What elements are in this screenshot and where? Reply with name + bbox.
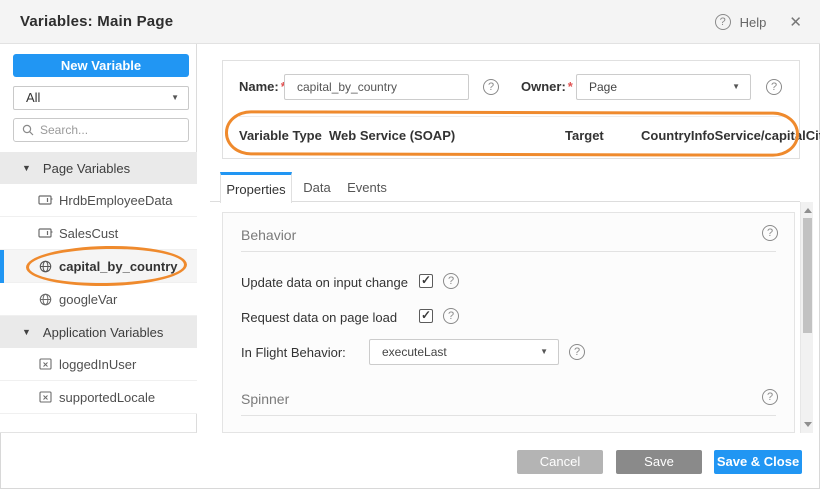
properties-panel: Behavior ? Update data on input change ✓… xyxy=(222,212,795,433)
request-on-page-load-label: Request data on page load xyxy=(241,310,397,325)
sidebar-item-loggedinuser[interactable]: loggedInUser xyxy=(0,348,197,381)
dialog-header: Variables: Main Page ? Help ✕ xyxy=(0,0,820,44)
service-variable-icon xyxy=(38,194,53,206)
name-input[interactable] xyxy=(284,74,469,100)
scroll-thumb[interactable] xyxy=(803,218,812,333)
behavior-section-title: Behavior xyxy=(241,227,296,243)
variables-dialog: Variables: Main Page ? Help ✕ New Variab… xyxy=(0,0,820,489)
close-icon[interactable]: ✕ xyxy=(789,13,802,31)
group-application-variables[interactable]: ▼ Application Variables xyxy=(0,316,197,348)
web-service-icon xyxy=(38,293,53,306)
spinner-section-title: Spinner xyxy=(241,391,289,407)
search-icon xyxy=(22,124,34,136)
request-on-page-load-checkbox[interactable]: ✓ xyxy=(419,309,433,323)
filter-selected-value: All xyxy=(26,90,40,105)
update-on-input-change-label: Update data on input change xyxy=(241,275,408,290)
tab-data[interactable]: Data xyxy=(296,172,338,202)
sidebar-item-googlevar[interactable]: googleVar xyxy=(0,283,197,316)
divider xyxy=(241,415,776,416)
request-on-page-load-help-icon[interactable]: ? xyxy=(443,308,459,324)
owner-select[interactable]: Page ▼ xyxy=(576,74,751,100)
spinner-help-icon[interactable]: ? xyxy=(762,389,778,405)
required-asterisk: * xyxy=(568,79,573,94)
page-title: Variables: Main Page xyxy=(20,13,173,30)
web-service-icon xyxy=(38,260,53,273)
new-variable-button[interactable]: New Variable xyxy=(13,54,189,77)
selected-indicator xyxy=(0,250,4,283)
in-flight-behavior-label: In Flight Behavior: xyxy=(241,345,346,360)
variable-summary-box: Name:* ? Owner:* Page ▼ ? Variable Type … xyxy=(222,60,800,159)
service-variable-icon xyxy=(38,227,53,239)
owner-selected-value: Page xyxy=(589,80,617,94)
in-flight-selected-value: executeLast xyxy=(382,345,447,359)
name-label: Name:* xyxy=(239,79,286,94)
check-icon: ✓ xyxy=(421,273,431,287)
tab-events[interactable]: Events xyxy=(342,172,392,202)
chevron-down-icon: ▼ xyxy=(171,87,179,109)
help-icon[interactable]: ? xyxy=(715,14,731,30)
divider xyxy=(239,116,783,117)
target-label: Target xyxy=(565,128,604,143)
header-actions: ? Help ✕ xyxy=(715,0,802,44)
help-link[interactable]: Help xyxy=(740,15,767,30)
caret-down-icon: ▼ xyxy=(22,157,31,179)
target-value: CountryInfoService/capitalCity xyxy=(641,128,820,143)
owner-label: Owner:* xyxy=(521,79,573,94)
in-flight-behavior-select[interactable]: executeLast ▼ xyxy=(369,339,559,365)
owner-help-icon[interactable]: ? xyxy=(766,79,782,95)
sidebar-item-capital-by-country[interactable]: capital_by_country xyxy=(0,250,197,283)
variables-sidebar: New Variable All ▼ ▼ Page Variables Hrdb… xyxy=(0,44,197,433)
save-button[interactable]: Save xyxy=(616,450,702,474)
caret-down-icon: ▼ xyxy=(22,321,31,343)
tab-properties[interactable]: Properties xyxy=(220,172,292,203)
update-on-input-change-checkbox[interactable]: ✓ xyxy=(419,274,433,288)
scroll-up-icon[interactable] xyxy=(804,208,812,213)
properties-scrollbar[interactable] xyxy=(800,202,813,433)
search-box xyxy=(13,118,189,142)
chevron-down-icon: ▼ xyxy=(732,76,740,98)
search-input[interactable] xyxy=(40,123,180,137)
in-flight-behavior-help-icon[interactable]: ? xyxy=(569,344,585,360)
sidebar-item-salescust[interactable]: SalesCust xyxy=(0,217,197,250)
sidebar-item-supportedlocale[interactable]: supportedLocale xyxy=(0,381,197,414)
variable-type-value: Web Service (SOAP) xyxy=(329,128,455,143)
model-variable-icon xyxy=(38,358,53,370)
sidebar-item-hrdbemployeedata[interactable]: HrdbEmployeeData xyxy=(0,184,197,217)
scroll-down-icon[interactable] xyxy=(804,422,812,427)
divider xyxy=(241,251,776,252)
variable-type-label: Variable Type xyxy=(239,128,322,143)
group-page-variables[interactable]: ▼ Page Variables xyxy=(0,152,197,184)
name-help-icon[interactable]: ? xyxy=(483,79,499,95)
check-icon: ✓ xyxy=(421,308,431,322)
variable-filter-select[interactable]: All ▼ xyxy=(13,86,189,110)
save-and-close-button[interactable]: Save & Close xyxy=(714,450,802,474)
chevron-down-icon: ▼ xyxy=(540,341,548,363)
model-variable-icon xyxy=(38,391,53,403)
cancel-button[interactable]: Cancel xyxy=(517,450,603,474)
behavior-help-icon[interactable]: ? xyxy=(762,225,778,241)
update-on-input-change-help-icon[interactable]: ? xyxy=(443,273,459,289)
